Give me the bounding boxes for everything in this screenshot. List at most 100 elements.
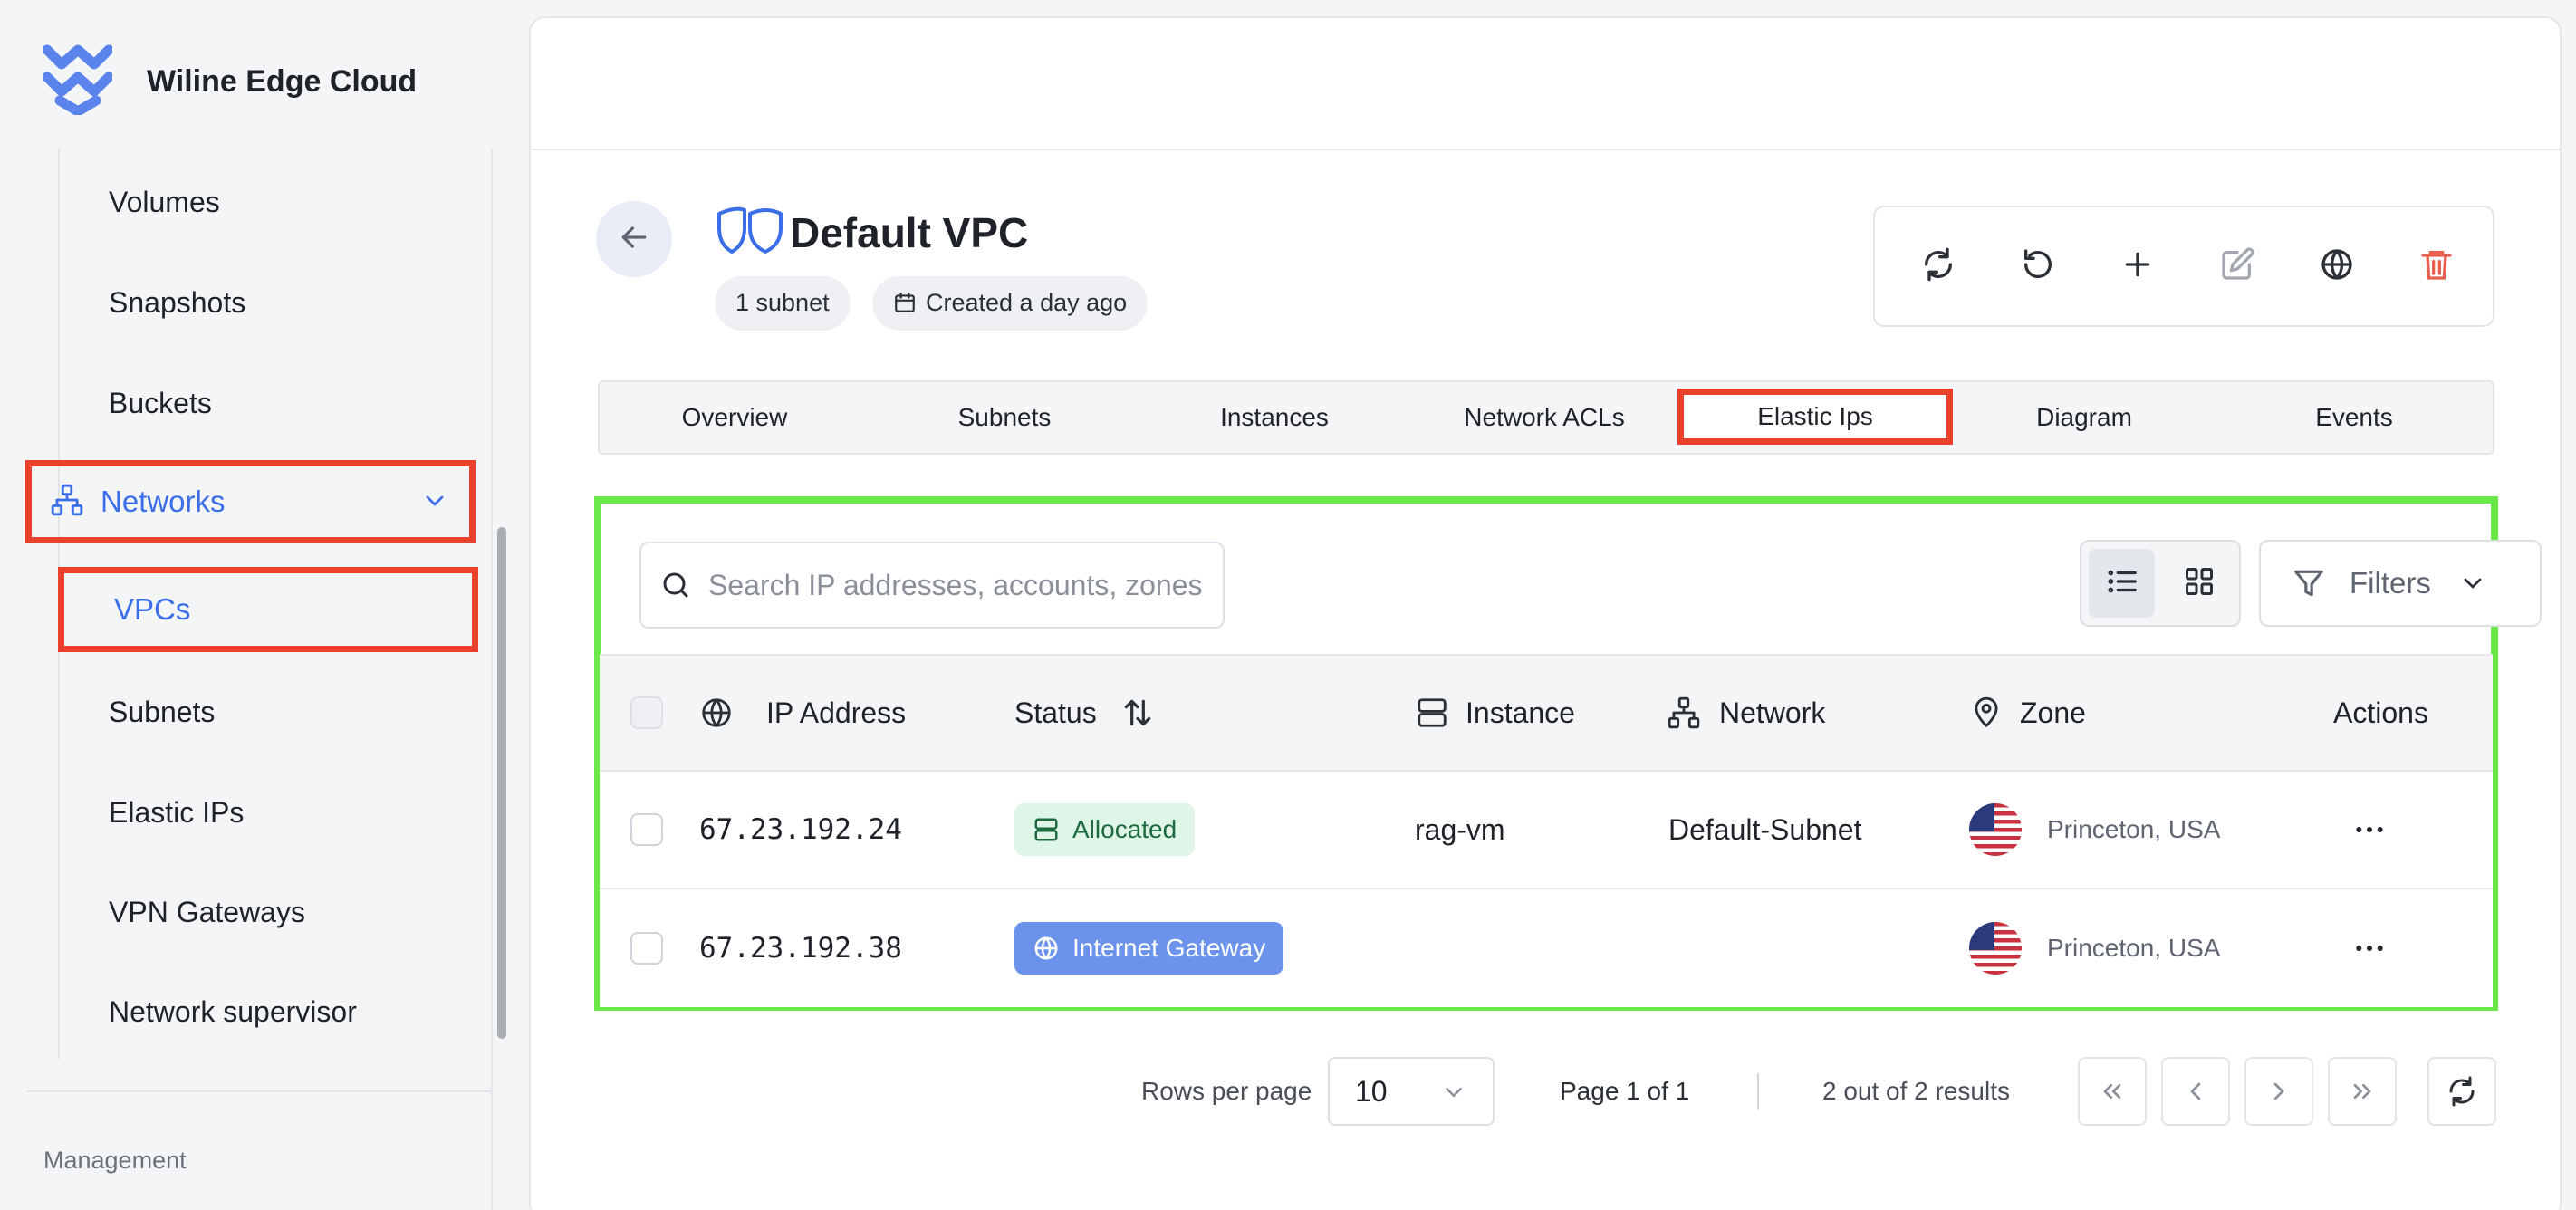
chevrons-right-icon — [2348, 1077, 2377, 1106]
ip-address: 67.23.192.24 — [699, 813, 902, 846]
filters-button[interactable]: Filters — [2259, 540, 2542, 627]
instance-cell: rag-vm — [1415, 772, 1505, 888]
sidebar-item-vpcs[interactable]: VPCs — [58, 567, 478, 652]
brand[interactable]: Wiline Edge Cloud — [42, 43, 418, 120]
status-cell: Internet Gateway — [1014, 889, 1284, 1007]
rows-per-page-select[interactable]: 10 — [1328, 1057, 1495, 1126]
network-link[interactable]: Default-Subnet — [1668, 813, 1861, 847]
sidebar-item-networks[interactable]: Networks — [25, 460, 476, 543]
search-input[interactable] — [708, 568, 1216, 602]
plus-icon — [2119, 246, 2156, 287]
more-icon[interactable] — [2351, 930, 2388, 966]
page-header: Default VPC — [716, 205, 1028, 260]
main-panel: Default VPC 1 subnet Created a day ago O… — [529, 16, 2562, 1210]
sidebar-section-management: Management — [43, 1147, 187, 1174]
status-badge: Allocated — [1014, 803, 1196, 856]
sidebar-item-networks-label: Networks — [101, 485, 226, 518]
row-checkbox-cell — [630, 889, 663, 1007]
filter-icon — [2292, 566, 2326, 600]
previous-page-button[interactable] — [2161, 1057, 2230, 1126]
subnet-count-chip: 1 subnet — [716, 276, 850, 329]
header-checkbox-cell — [630, 656, 663, 770]
brand-name: Wiline Edge Cloud — [147, 63, 418, 99]
column-instance-label: Instance — [1466, 696, 1575, 729]
sidebar-item-network-supervisor[interactable]: Network supervisor — [109, 995, 357, 1029]
column-status[interactable]: Status — [1014, 656, 1155, 770]
edit-icon — [2219, 246, 2255, 287]
row-checkbox[interactable] — [630, 813, 663, 846]
tab-elastic-ips[interactable]: Elastic Ips — [1677, 389, 1953, 445]
tab-events[interactable]: Events — [2219, 382, 2489, 453]
table-header: IP Address Status Instance Network Zone … — [600, 654, 2493, 772]
sidebar-item-elastic-ips[interactable]: Elastic IPs — [109, 796, 244, 830]
elastic-ips-table: IP Address Status Instance Network Zone … — [600, 654, 2493, 1007]
table-row[interactable]: 67.23.192.24 Allocated rag-vm Default-Su… — [600, 772, 2493, 889]
column-network[interactable]: Network — [1667, 656, 1825, 770]
map-pin-icon — [1969, 696, 2004, 730]
select-all-checkbox[interactable] — [630, 696, 663, 729]
sidebar-item-volumes[interactable]: Volumes — [109, 186, 220, 219]
search-box[interactable] — [639, 542, 1225, 629]
list-view-button[interactable] — [2089, 549, 2155, 618]
vpc-shield-icon — [716, 205, 786, 260]
more-icon[interactable] — [2351, 811, 2388, 848]
us-flag-icon — [1969, 922, 2022, 975]
status-cell: Allocated — [1014, 772, 1196, 888]
page-info: Page 1 of 1 — [1560, 1077, 1690, 1105]
us-flag-icon — [1969, 803, 2022, 856]
tab-overview[interactable]: Overview — [600, 382, 870, 453]
back-button[interactable] — [596, 201, 672, 277]
actions-cell — [2351, 772, 2388, 888]
globe-icon — [1033, 935, 1060, 962]
arrow-left-icon — [616, 219, 652, 260]
elastic-ips-panel: Filters IP Address Status — [594, 496, 2542, 1011]
row-checkbox[interactable] — [630, 932, 663, 965]
tab-subnets[interactable]: Subnets — [870, 382, 1139, 453]
reset-button[interactable] — [1988, 207, 2088, 325]
tab-diagram[interactable]: Diagram — [1949, 382, 2219, 453]
tab-network-acls[interactable]: Network ACLs — [1409, 382, 1679, 453]
column-instance[interactable]: Instance — [1415, 656, 1575, 770]
vpc-tabs: Overview Subnets Instances Network ACLs … — [598, 380, 2494, 455]
created-chip: Created a day ago — [873, 276, 1148, 329]
column-ip-address[interactable]: IP Address — [699, 656, 906, 770]
column-actions: Actions — [2333, 656, 2428, 770]
sidebar-item-snapshots[interactable]: Snapshots — [109, 286, 245, 320]
next-page-button[interactable] — [2244, 1057, 2313, 1126]
instance-link[interactable]: rag-vm — [1415, 813, 1505, 847]
sort-icon[interactable] — [1120, 696, 1155, 730]
zone-label: Princeton, USA — [2047, 934, 2221, 962]
status-badge: Internet Gateway — [1014, 922, 1284, 975]
edit-button[interactable] — [2187, 207, 2287, 325]
add-button[interactable] — [2088, 207, 2187, 325]
sidebar-item-vpn-gateways[interactable]: VPN Gateways — [109, 896, 305, 929]
grid-view-button[interactable] — [2166, 549, 2232, 618]
pagination-divider — [1757, 1073, 1759, 1109]
first-page-button[interactable] — [2078, 1057, 2147, 1126]
rows-per-page-label: Rows per page — [1141, 1077, 1312, 1105]
last-page-button[interactable] — [2328, 1057, 2397, 1126]
refresh-icon — [1920, 246, 1956, 287]
column-actions-label: Actions — [2333, 696, 2428, 729]
column-status-label: Status — [1014, 696, 1097, 729]
pagination: Rows per page 10 Page 1 of 1 2 out of 2 … — [531, 1057, 2560, 1126]
delete-button[interactable] — [2387, 207, 2486, 325]
row-checkbox-cell — [630, 772, 663, 888]
filters-label: Filters — [2350, 566, 2431, 600]
tab-instances[interactable]: Instances — [1139, 382, 1409, 453]
chevrons-left-icon — [2098, 1077, 2127, 1106]
view-toggle — [2080, 540, 2241, 627]
sidebar-item-buckets[interactable]: Buckets — [109, 387, 212, 420]
public-access-button[interactable] — [2287, 207, 2387, 325]
chevron-down-icon — [2458, 569, 2487, 598]
search-icon — [659, 569, 692, 601]
column-ip-address-label: IP Address — [766, 696, 907, 729]
sidebar-item-subnets[interactable]: Subnets — [109, 696, 215, 729]
grid-icon — [2183, 565, 2216, 602]
column-zone[interactable]: Zone — [1969, 656, 2086, 770]
list-icon — [2105, 564, 2139, 603]
refresh-button[interactable] — [1889, 207, 1988, 325]
table-row[interactable]: 67.23.192.38 Internet Gateway Princeton,… — [600, 889, 2493, 1007]
refresh-table-button[interactable] — [2427, 1057, 2496, 1126]
chevron-down-icon — [1440, 1079, 1467, 1106]
